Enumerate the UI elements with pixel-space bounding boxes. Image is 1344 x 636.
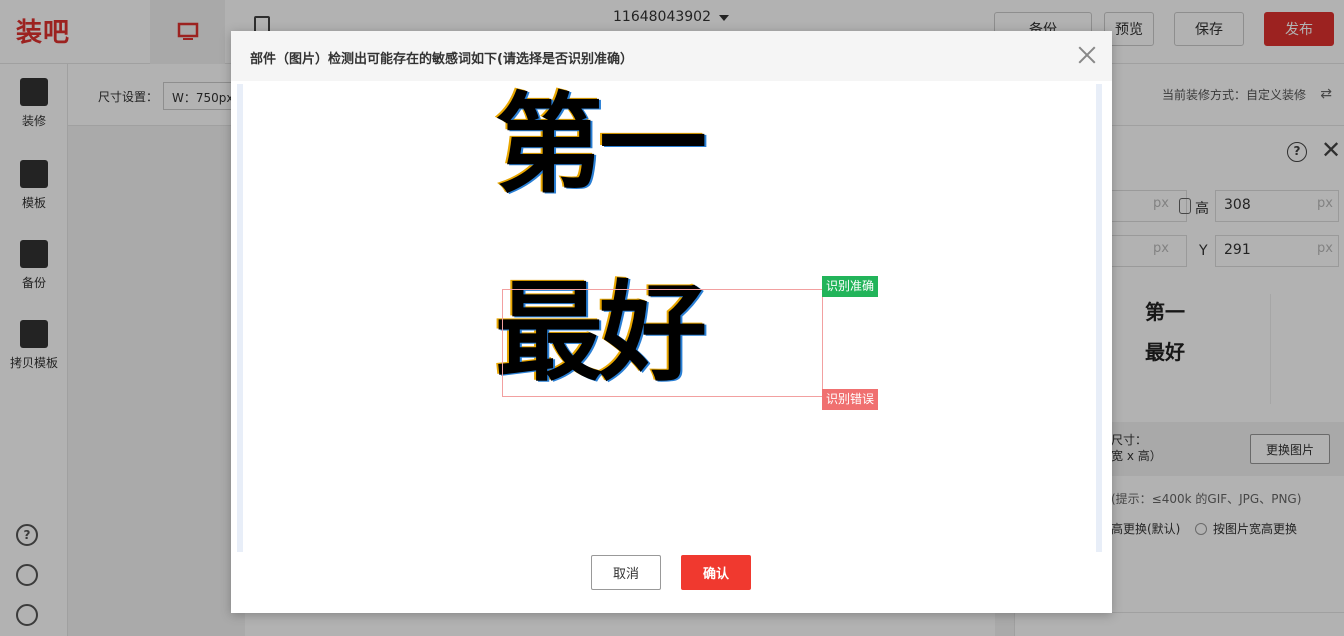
cancel-button[interactable]: 取消 (591, 555, 661, 590)
close-icon[interactable] (1076, 44, 1098, 66)
image-text-line1: 第一 (495, 84, 707, 208)
dialog-title: 部件（图片）检测出可能存在的敏感词如下(请选择是否识别准确） (250, 52, 633, 67)
detected-image: 第一 最好 识别准确 识别错误 (237, 84, 1102, 552)
scrollbar-track[interactable] (1096, 84, 1102, 552)
mark-correct-tag[interactable]: 识别准确 (822, 276, 879, 297)
mark-wrong-tag[interactable]: 识别错误 (822, 389, 879, 410)
confirm-button[interactable]: 确认 (681, 555, 751, 590)
sensitive-words-dialog: 部件（图片）检测出可能存在的敏感词如下(请选择是否识别准确） 第一 最好 识别准… (231, 31, 1112, 613)
detection-box (502, 289, 823, 397)
dialog-header: 部件（图片）检测出可能存在的敏感词如下(请选择是否识别准确） (231, 31, 1112, 81)
image-edge (237, 84, 243, 552)
